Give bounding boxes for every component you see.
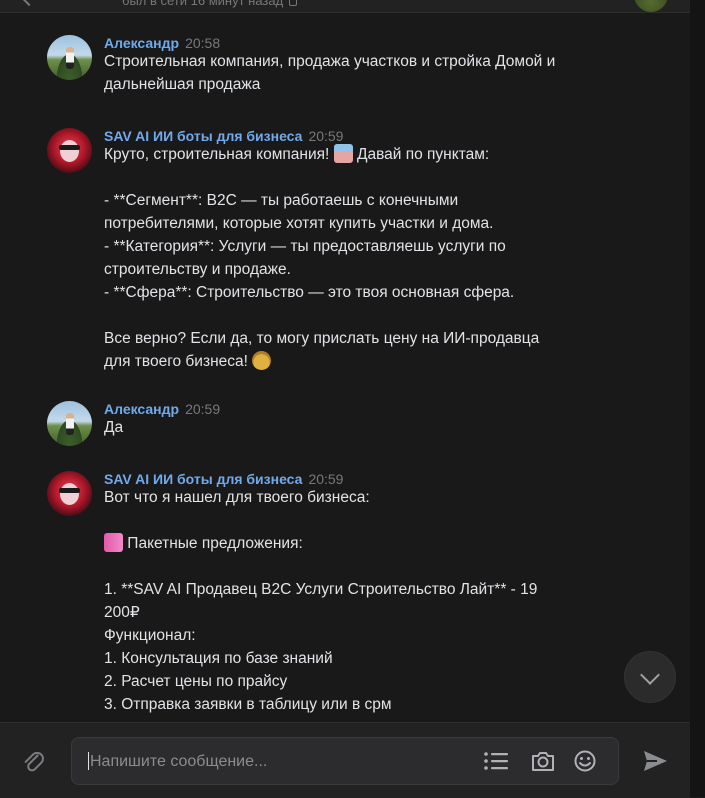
message-input-box[interactable] <box>71 737 619 785</box>
paperclip-icon[interactable] <box>22 748 44 774</box>
message-item: Александр 20:58 Строительная компания, пр… <box>47 35 607 105</box>
template-list-icon[interactable] <box>483 750 509 772</box>
message-text: Вот что я нашел для твоего бизнеса: Паке… <box>104 486 584 716</box>
message-text: Строительная компания, продажа участков … <box>104 53 556 93</box>
message-author[interactable]: SAV AI ИИ боты для бизнеса <box>104 128 302 144</box>
avatar[interactable] <box>47 35 92 80</box>
message-item: SAV AI ИИ боты для бизнеса 20:59 Вот что … <box>47 471 607 721</box>
message-meta: SAV AI ИИ боты для бизнеса 20:59 <box>104 471 343 487</box>
message-meta: Александр 20:59 <box>104 401 220 417</box>
chevron-down-icon <box>640 665 660 685</box>
message-text: Круто, строительная компания! Давай по п… <box>104 143 584 373</box>
message-text-part: Давай по пунктам: - **Сегмент**: B2C — т… <box>104 146 540 370</box>
text-caret <box>88 752 89 770</box>
message-text-part: Вот что я нашел для твоего бизнеса: <box>104 489 370 506</box>
message-composer <box>0 722 690 798</box>
message-time: 20:59 <box>308 128 344 144</box>
message-time: 20:58 <box>185 35 221 51</box>
message-item: SAV AI ИИ боты для бизнеса 20:59 Круто, с… <box>47 128 607 378</box>
mobile-phone-icon <box>289 0 298 6</box>
message-time: 20:59 <box>185 401 221 417</box>
emoji-smile-icon[interactable] <box>572 750 598 772</box>
avatar[interactable] <box>47 401 92 446</box>
back-arrow-icon[interactable] <box>21 0 37 7</box>
shopping-bags-emoji-icon <box>104 533 123 552</box>
message-time: 20:59 <box>308 471 344 487</box>
camera-icon[interactable] <box>530 750 556 772</box>
moneybag-emoji-icon <box>252 351 272 370</box>
chat-header: был в сети 16 минут назад <box>0 0 690 13</box>
send-icon[interactable] <box>641 747 669 775</box>
avatar[interactable] <box>47 128 92 173</box>
message-text-part: Круто, строительная компания! <box>104 146 334 163</box>
message-author[interactable]: Александр <box>104 35 179 51</box>
message-author[interactable]: Александр <box>104 401 179 417</box>
last-seen-text: был в сети 16 минут назад <box>122 0 284 8</box>
avatar[interactable] <box>47 471 92 516</box>
message-item: Александр 20:59 Да <box>47 401 607 451</box>
message-text: Да <box>104 419 124 436</box>
last-seen-status: был в сети 16 минут назад <box>122 0 298 8</box>
message-meta: SAV AI ИИ боты для бизнеса 20:59 <box>104 128 343 144</box>
header-avatar[interactable] <box>634 0 668 12</box>
scroll-to-bottom-button[interactable] <box>624 651 676 703</box>
building-emoji-icon <box>333 144 353 163</box>
message-author[interactable]: SAV AI ИИ боты для бизнеса <box>104 471 302 487</box>
scrollbar-track[interactable] <box>690 0 705 797</box>
message-meta: Александр 20:58 <box>104 35 220 51</box>
message-input[interactable] <box>88 750 472 774</box>
message-text-part: Пакетные предложения: 1. **SAV AI Продав… <box>104 535 538 713</box>
